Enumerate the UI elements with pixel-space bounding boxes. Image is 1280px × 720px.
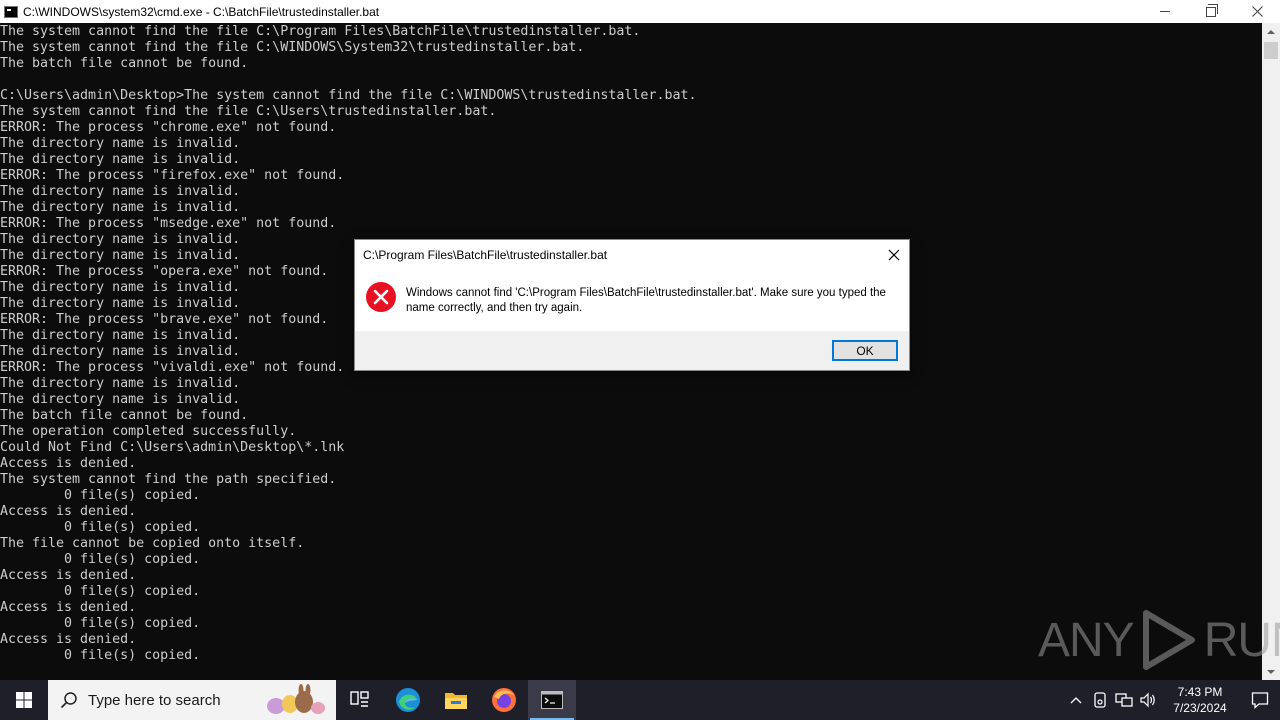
close-icon bbox=[1251, 6, 1263, 17]
console-line: Access is denied. bbox=[0, 600, 137, 615]
taskbar-firefox[interactable] bbox=[480, 680, 528, 720]
chevron-up-icon bbox=[1070, 697, 1082, 704]
cmd-app-icon bbox=[4, 5, 18, 18]
console-line: The operation completed successfully. bbox=[0, 424, 297, 439]
taskbar-clock[interactable]: 7:43 PM 7/23/2024 bbox=[1160, 684, 1240, 716]
dialog-close-button[interactable] bbox=[883, 244, 905, 266]
console-line: The directory name is invalid. bbox=[0, 200, 241, 215]
console-line: Access is denied. bbox=[0, 568, 137, 583]
console-line: The directory name is invalid. bbox=[0, 184, 241, 199]
dialog-body: Windows cannot find 'C:\Program Files\Ba… bbox=[355, 271, 909, 331]
maximize-button[interactable] bbox=[1188, 0, 1234, 23]
minimize-icon bbox=[1160, 11, 1170, 12]
notification-center-button[interactable] bbox=[1240, 680, 1280, 720]
file-explorer-icon bbox=[445, 693, 467, 709]
window-title: C:\WINDOWS\system32\cmd.exe - C:\BatchFi… bbox=[23, 4, 380, 19]
scroll-thumb[interactable] bbox=[1264, 42, 1278, 59]
console-line: The system cannot find the file C:\Progr… bbox=[0, 24, 641, 39]
cmd-icon bbox=[541, 691, 563, 709]
edge-icon bbox=[396, 688, 420, 712]
console-line: The directory name is invalid. bbox=[0, 152, 241, 167]
task-view-button[interactable] bbox=[336, 680, 384, 720]
console-line: Access is denied. bbox=[0, 504, 137, 519]
console-line: The directory name is invalid. bbox=[0, 136, 241, 151]
start-button[interactable] bbox=[0, 680, 48, 720]
scroll-up-button[interactable] bbox=[1262, 23, 1280, 40]
minimize-button[interactable] bbox=[1142, 0, 1188, 23]
tray-volume-button[interactable] bbox=[1136, 680, 1160, 720]
firefox-icon bbox=[492, 688, 516, 712]
console-line: The directory name is invalid. bbox=[0, 392, 241, 407]
system-tray: 7:43 PM 7/23/2024 bbox=[1064, 680, 1280, 720]
console-line: ERROR: The process "msedge.exe" not foun… bbox=[0, 216, 337, 231]
volume-icon bbox=[1140, 692, 1155, 708]
error-dialog: C:\Program Files\BatchFile\trustedinstal… bbox=[354, 239, 910, 371]
error-icon bbox=[366, 282, 396, 312]
console-line: ERROR: The process "firefox.exe" not fou… bbox=[0, 168, 345, 183]
console-line: The batch file cannot be found. bbox=[0, 408, 249, 423]
taskbar-cmd[interactable] bbox=[528, 680, 576, 720]
window-titlebar[interactable]: C:\WINDOWS\system32\cmd.exe - C:\BatchFi… bbox=[0, 0, 1280, 23]
console-line: 0 file(s) copied. bbox=[0, 520, 201, 535]
arrow-up-icon bbox=[1267, 29, 1275, 34]
console-line: Access is denied. bbox=[0, 456, 137, 471]
close-window-button[interactable] bbox=[1234, 0, 1280, 23]
window-controls bbox=[1142, 0, 1280, 23]
ok-button[interactable]: OK bbox=[832, 340, 898, 361]
console-line: Could Not Find C:\Users\admin\Desktop\*.… bbox=[0, 440, 345, 455]
console-line: Access is denied. bbox=[0, 632, 137, 647]
close-icon bbox=[888, 249, 900, 261]
clock-time: 7:43 PM bbox=[1177, 685, 1223, 699]
console-line: The system cannot find the file C:\Users… bbox=[0, 104, 497, 119]
notification-icon bbox=[1251, 692, 1269, 709]
search-icon bbox=[60, 692, 77, 709]
task-view-icon bbox=[350, 691, 369, 707]
console-line: The file cannot be copied onto itself. bbox=[0, 536, 305, 551]
console-line: The system cannot find the path specifie… bbox=[0, 472, 337, 487]
taskbar-search-box[interactable]: Type here to search bbox=[48, 680, 336, 720]
dialog-title: C:\Program Files\BatchFile\trustedinstal… bbox=[363, 248, 608, 262]
search-placeholder: Type here to search bbox=[88, 691, 221, 709]
show-hidden-icons-button[interactable] bbox=[1064, 680, 1088, 720]
restore-icon bbox=[1206, 3, 1218, 17]
console-line: 0 file(s) copied. bbox=[0, 552, 201, 567]
dialog-footer: OK bbox=[355, 331, 909, 370]
anyrun-watermark: ANY RUN bbox=[1038, 608, 1280, 672]
taskbar: Type here to search 7:43 PM 7/23/2024 bbox=[0, 680, 1280, 720]
console-line: ERROR: The process "chrome.exe" not foun… bbox=[0, 120, 337, 135]
tray-device-button[interactable] bbox=[1088, 680, 1112, 720]
console-line: The system cannot find the file C:\WINDO… bbox=[0, 40, 585, 55]
console-line: 0 file(s) copied. bbox=[0, 648, 201, 663]
console-line: C:\Users\admin\Desktop>The system cannot… bbox=[0, 88, 697, 103]
console-line: 0 file(s) copied. bbox=[0, 488, 201, 503]
tray-network-button[interactable] bbox=[1112, 680, 1136, 720]
device-icon bbox=[1094, 692, 1106, 708]
clock-date: 7/23/2024 bbox=[1173, 701, 1227, 715]
watermark-text-right: RUN bbox=[1203, 613, 1280, 667]
search-highlight-illustration bbox=[267, 684, 325, 714]
console-line: The directory name is invalid. bbox=[0, 376, 241, 391]
taskbar-file-explorer[interactable] bbox=[432, 680, 480, 720]
windows-logo-icon bbox=[16, 692, 32, 708]
play-logo-icon bbox=[1142, 610, 1195, 670]
console-line: The batch file cannot be found. bbox=[0, 56, 249, 71]
console-line: 0 file(s) copied. bbox=[0, 616, 201, 631]
taskbar-edge[interactable] bbox=[384, 680, 432, 720]
console-scrollbar[interactable] bbox=[1262, 23, 1280, 680]
dialog-message: Windows cannot find 'C:\Program Files\Ba… bbox=[406, 287, 886, 314]
network-icon bbox=[1115, 693, 1133, 707]
watermark-text-left: ANY bbox=[1038, 613, 1135, 667]
console-line: 0 file(s) copied. bbox=[0, 584, 201, 599]
